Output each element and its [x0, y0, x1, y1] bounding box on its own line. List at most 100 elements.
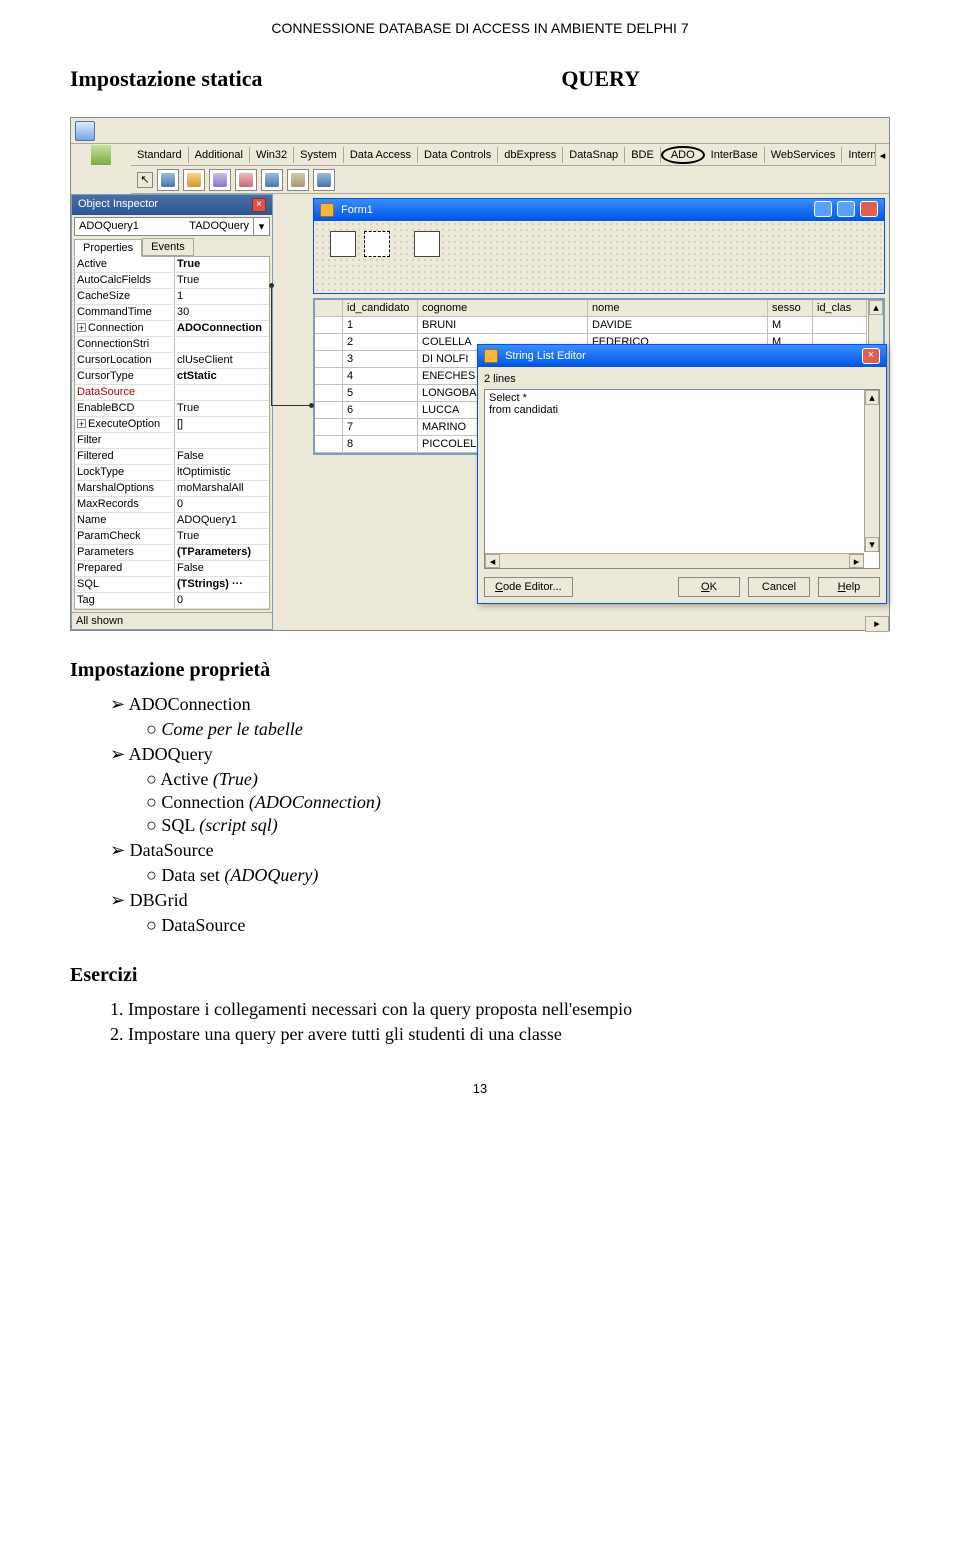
property-value[interactable]: ADOQuery1 — [175, 513, 269, 528]
property-value[interactable]: [] — [175, 417, 269, 432]
property-row[interactable]: MarshalOptionsmoMarshalAll — [75, 481, 269, 497]
property-row[interactable]: NameADOQuery1 — [75, 513, 269, 529]
component-adoconnection[interactable] — [330, 231, 356, 257]
property-value[interactable] — [175, 433, 269, 448]
property-value[interactable]: True — [175, 401, 269, 416]
scroll-up-icon[interactable]: ▴ — [869, 300, 883, 315]
property-row[interactable]: LockTypeltOptimistic — [75, 465, 269, 481]
property-value[interactable]: ctStatic — [175, 369, 269, 384]
property-row[interactable]: EnableBCDTrue — [75, 401, 269, 417]
property-value[interactable] — [175, 385, 269, 400]
maximize-icon[interactable] — [837, 201, 855, 217]
column-header[interactable]: id_clas — [813, 300, 867, 317]
palette-tab-webservices[interactable]: WebServices — [765, 147, 843, 163]
property-value[interactable]: clUseClient — [175, 353, 269, 368]
scroll-down-icon[interactable]: ▾ — [865, 537, 879, 552]
palette-tab-interbase[interactable]: InterBase — [705, 147, 765, 163]
property-value[interactable]: (TParameters) — [175, 545, 269, 560]
property-value[interactable]: moMarshalAll — [175, 481, 269, 496]
palette-tab-data-access[interactable]: Data Access — [344, 147, 418, 163]
component-glyph[interactable] — [183, 169, 205, 191]
component-datasource[interactable] — [414, 231, 440, 257]
property-row[interactable]: ParamCheckTrue — [75, 529, 269, 545]
property-row[interactable]: Filter — [75, 433, 269, 449]
scroll-right-icon[interactable]: ▸ — [865, 616, 889, 632]
property-value[interactable]: 1 — [175, 289, 269, 304]
palette-tab-dbexpress[interactable]: dbExpress — [498, 147, 563, 163]
property-row[interactable]: SQL(TStrings) ··· — [75, 577, 269, 593]
column-header[interactable]: nome — [588, 300, 768, 317]
palette-tab-ado[interactable]: ADO — [661, 146, 705, 164]
property-row[interactable]: FilteredFalse — [75, 449, 269, 465]
scroll-left-icon[interactable]: ◂ — [485, 554, 500, 568]
property-value[interactable]: (TStrings) ··· — [175, 577, 269, 592]
component-glyph[interactable] — [287, 169, 309, 191]
table-row[interactable]: 1BRUNIDAVIDEM — [315, 317, 868, 334]
scrollbar-horizontal[interactable]: ◂ ▸ — [485, 553, 864, 568]
palette-tab-datasnap[interactable]: DataSnap — [563, 147, 625, 163]
close-icon[interactable]: × — [862, 348, 880, 364]
palette-tab-bde[interactable]: BDE — [625, 147, 661, 163]
chevron-down-icon[interactable]: ▾ — [253, 218, 269, 235]
property-row[interactable]: PreparedFalse — [75, 561, 269, 577]
property-row[interactable]: CommandTime30 — [75, 305, 269, 321]
property-value[interactable] — [175, 337, 269, 352]
property-row[interactable]: +ExecuteOption[] — [75, 417, 269, 433]
property-row[interactable]: CursorLocationclUseClient — [75, 353, 269, 369]
scroll-right-icon[interactable]: ▸ — [849, 554, 864, 568]
column-header[interactable] — [315, 300, 343, 317]
property-row[interactable]: ConnectionStri — [75, 337, 269, 353]
property-row[interactable]: AutoCalcFieldsTrue — [75, 273, 269, 289]
code-editor-button[interactable]: Code Editor... — [484, 577, 573, 597]
column-header[interactable]: sesso — [768, 300, 813, 317]
ok-button[interactable]: OK — [678, 577, 740, 597]
column-header[interactable]: id_candidato — [343, 300, 418, 317]
palette-tab-internet[interactable]: Internet — [842, 147, 875, 163]
palette-tab-win32[interactable]: Win32 — [250, 147, 294, 163]
property-row[interactable]: Parameters(TParameters) — [75, 545, 269, 561]
property-row[interactable]: CacheSize1 — [75, 289, 269, 305]
tab-events[interactable]: Events — [142, 238, 194, 256]
property-value[interactable]: 0 — [175, 593, 269, 608]
component-glyph[interactable] — [157, 169, 179, 191]
property-value[interactable]: 30 — [175, 305, 269, 320]
palette-tab-data-controls[interactable]: Data Controls — [418, 147, 498, 163]
component-glyph[interactable] — [261, 169, 283, 191]
palette-tab-additional[interactable]: Additional — [189, 147, 250, 163]
property-row[interactable]: +ConnectionADOConnection — [75, 321, 269, 337]
close-icon[interactable] — [860, 201, 878, 217]
property-value[interactable]: 0 — [175, 497, 269, 512]
palette-tab-system[interactable]: System — [294, 147, 344, 163]
palette-tab-standard[interactable]: Standard — [131, 147, 189, 163]
help-button[interactable]: Help — [818, 577, 880, 597]
cancel-button[interactable]: Cancel — [748, 577, 810, 597]
property-value[interactable]: ltOptimistic — [175, 465, 269, 480]
property-value[interactable]: ADOConnection — [175, 321, 269, 336]
property-row[interactable]: ActiveTrue — [75, 257, 269, 273]
component-adoquery[interactable] — [364, 231, 390, 257]
property-value[interactable]: False — [175, 449, 269, 464]
scroll-left-icon[interactable]: ◂ — [875, 144, 889, 166]
property-row[interactable]: MaxRecords0 — [75, 497, 269, 513]
property-row[interactable]: DataSource — [75, 385, 269, 401]
component-glyph[interactable] — [235, 169, 257, 191]
property-value[interactable]: True — [175, 529, 269, 544]
tool-icon[interactable] — [75, 121, 95, 141]
scroll-up-icon[interactable]: ▴ — [865, 390, 879, 405]
property-value[interactable]: True — [175, 257, 269, 272]
minimize-icon[interactable] — [814, 201, 832, 217]
expand-icon[interactable]: + — [77, 419, 86, 428]
property-value[interactable]: True — [175, 273, 269, 288]
property-value[interactable]: False — [175, 561, 269, 576]
scrollbar-vertical[interactable]: ▴ ▾ — [864, 390, 879, 552]
property-row[interactable]: Tag0 — [75, 593, 269, 609]
component-glyph[interactable] — [209, 169, 231, 191]
close-icon[interactable]: × — [252, 198, 266, 212]
sle-text-area[interactable]: Select * from candidati ▴ ▾ ◂ ▸ — [484, 389, 880, 569]
column-header[interactable]: cognome — [418, 300, 588, 317]
component-glyph[interactable] — [313, 169, 335, 191]
pointer-icon[interactable]: ↖ — [137, 172, 153, 188]
tab-properties[interactable]: Properties — [74, 239, 142, 257]
object-inspector-combo[interactable]: ADOQuery1 TADOQuery ▾ — [74, 217, 270, 236]
expand-icon[interactable]: + — [77, 323, 86, 332]
